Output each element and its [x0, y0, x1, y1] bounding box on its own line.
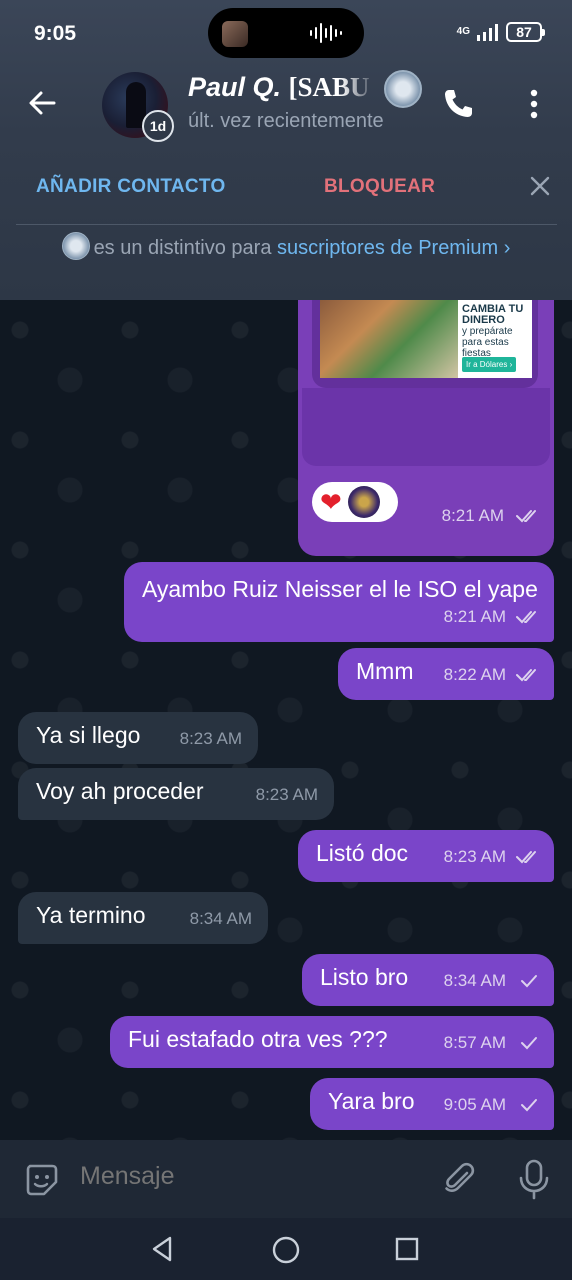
last-seen: últ. vez recientemente — [188, 110, 384, 132]
microphone-icon[interactable] — [516, 1158, 552, 1200]
chat-area[interactable]: CAMBIA TU DINERO y prepárate para estas … — [0, 300, 572, 1140]
ad-button[interactable]: Ir a Dólares › — [462, 357, 517, 372]
phone-icon[interactable] — [440, 86, 476, 122]
double-check-icon — [516, 510, 536, 523]
message-meta: 8:21 AM — [442, 506, 542, 526]
ad-image — [320, 300, 458, 378]
message-meta: 8:21 AM — [444, 601, 542, 633]
back-arrow-icon[interactable] — [26, 86, 60, 120]
contact-name[interactable]: Paul Q. [SABU — [188, 72, 378, 103]
check-icon — [521, 975, 537, 988]
divider — [16, 224, 557, 225]
chevron-right-icon: › — [503, 237, 511, 259]
add-contact-button[interactable]: AÑADIR CONTACTO — [36, 176, 226, 198]
incoming-message[interactable]: Ya termino 8:34 AM — [18, 892, 268, 944]
message-time: 9:05 AM — [443, 1095, 506, 1114]
message-meta: 8:23 AM — [256, 779, 318, 811]
check-icon — [521, 1099, 537, 1112]
message-input[interactable] — [80, 1162, 420, 1191]
sticker-emoji-icon[interactable] — [22, 1160, 62, 1200]
premium-note-text: es un distintivo para — [93, 237, 272, 259]
incoming-message[interactable]: Voy ah proceder 8:23 AM — [18, 768, 334, 820]
outgoing-message[interactable]: Yara bro 9:05 AM — [310, 1078, 554, 1130]
outgoing-message[interactable]: Mmm 8:22 AM — [338, 648, 554, 700]
outgoing-message[interactable]: Listó doc 8:23 AM — [298, 830, 554, 882]
message-time: 8:23 AM — [443, 847, 506, 866]
network-type: 4G — [456, 26, 470, 37]
message-meta: 8:23 AM — [180, 723, 242, 755]
message-meta: 8:34 AM — [444, 965, 542, 997]
media-body — [302, 388, 550, 466]
audio-wave-icon — [310, 23, 342, 43]
ad-title: CAMBIA TU DINERO — [462, 303, 524, 326]
contact-actions-bar: AÑADIR CONTACTO BLOQUEAR — [0, 150, 572, 224]
signal-icon — [477, 24, 498, 41]
reactor-avatar — [347, 486, 380, 518]
ad-subtitle: y prepárate para estas fiestas — [462, 326, 513, 359]
dynamic-island — [208, 8, 364, 58]
message-meta: 8:23 AM — [444, 841, 542, 873]
more-vertical-icon[interactable] — [522, 86, 546, 122]
message-meta: 8:22 AM — [444, 659, 542, 691]
double-check-icon — [516, 611, 536, 624]
message-time: 8:22 AM — [443, 665, 506, 684]
double-check-icon — [516, 851, 536, 864]
nav-recent-apps-icon[interactable] — [392, 1234, 422, 1264]
heart-reaction-icon: ❤ — [320, 487, 342, 517]
ad-preview[interactable]: CAMBIA TU DINERO y prepárate para estas … — [312, 300, 538, 388]
double-check-icon — [516, 669, 536, 682]
message-meta: 8:34 AM — [190, 903, 252, 935]
reactions[interactable]: ❤ — [312, 482, 398, 522]
system-navigation-bar — [0, 1218, 572, 1280]
message-time: 8:23 AM — [255, 785, 318, 804]
message-time: 8:34 AM — [189, 909, 252, 928]
message-text: Ayambo Ruiz Neisser el le ISO el yape — [142, 576, 538, 602]
media-thumbnail-icon — [222, 21, 248, 47]
premium-note: es un distintivo para suscriptores de Pr… — [0, 232, 572, 261]
paperclip-icon[interactable] — [440, 1160, 478, 1198]
status-time: 9:05 — [34, 22, 77, 45]
story-badge: 1d — [142, 110, 174, 142]
outgoing-message[interactable]: Fui estafado otra ves ??? 8:57 AM — [110, 1016, 554, 1068]
message-meta: 9:05 AM — [444, 1089, 542, 1121]
outgoing-message[interactable]: Listo bro 8:34 AM — [302, 954, 554, 1006]
premium-link[interactable]: suscriptores de Premium — [277, 237, 498, 259]
incoming-message[interactable]: Ya si llego 8:23 AM — [18, 712, 258, 764]
top-panel: 9:05 4G 87 1d Paul Q. [SABU últ. vez rec… — [0, 0, 572, 300]
status-bar: 9:05 4G 87 — [0, 0, 572, 64]
message-meta: 8:57 AM — [444, 1027, 542, 1059]
outgoing-message[interactable]: Ayambo Ruiz Neisser el le ISO el yape 8:2… — [124, 562, 554, 642]
premium-emoji-icon — [61, 232, 90, 260]
nav-home-icon[interactable] — [270, 1234, 302, 1266]
premium-emoji-status-icon[interactable] — [384, 70, 422, 108]
message-time: 8:34 AM — [443, 971, 506, 990]
chat-header: 1d Paul Q. [SABU últ. vez recientemente — [0, 64, 572, 150]
close-icon[interactable] — [528, 174, 552, 198]
ad-text: CAMBIA TU DINERO y prepárate para estas … — [458, 300, 532, 378]
message-time: 8:21 AM — [443, 607, 506, 626]
contact-name-text: Paul Q. — [188, 72, 282, 102]
check-icon — [521, 1037, 537, 1050]
nav-back-icon[interactable] — [148, 1234, 178, 1264]
system-icons: 4G 87 — [456, 22, 545, 42]
contact-tag: [SABU — [288, 72, 370, 102]
battery-icon: 87 — [506, 22, 545, 42]
message-time: 8:57 AM — [443, 1033, 506, 1052]
input-bar — [0, 1140, 572, 1218]
message-time: 8:23 AM — [179, 729, 242, 748]
media-message[interactable]: CAMBIA TU DINERO y prepárate para estas … — [298, 300, 554, 556]
block-button[interactable]: BLOQUEAR — [324, 176, 435, 198]
message-time: 8:21 AM — [441, 506, 504, 525]
